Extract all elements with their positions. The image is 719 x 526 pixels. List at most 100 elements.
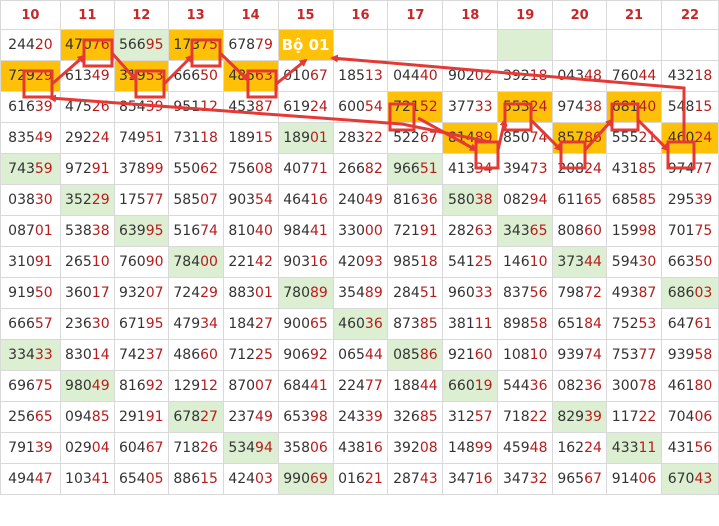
number-tail: 20	[34, 37, 53, 53]
result-cell: 69675	[0, 370, 61, 402]
number-head: 580	[448, 192, 475, 208]
number-tail: 74	[200, 223, 218, 239]
result-cell: 95112	[167, 91, 224, 123]
result-cell: 32685	[387, 401, 444, 433]
result-cell: 34365	[497, 215, 554, 247]
result-cell: 80860	[552, 215, 608, 247]
number-head: 243	[338, 409, 365, 425]
number-tail: 85	[638, 192, 657, 208]
result-cell: 90065	[277, 308, 334, 340]
column-header: 20	[552, 0, 608, 30]
result-cell: 48563	[222, 60, 279, 92]
number-head: 392	[502, 68, 530, 84]
number-tail: 16	[364, 440, 383, 456]
number-tail: 01	[309, 130, 328, 146]
number-tail: 43	[419, 471, 438, 487]
number-head: 117	[611, 409, 639, 425]
group-label: Bộ 01	[281, 36, 330, 54]
result-cell: 39218	[497, 60, 554, 92]
result-cell: 85786	[552, 122, 608, 154]
number-head: 541	[448, 254, 475, 270]
number-head: 939	[557, 347, 585, 363]
result-cell: 43185	[606, 153, 663, 185]
number-head: 485	[228, 68, 256, 84]
number-head: 282	[448, 223, 475, 239]
result-cell: 78089	[277, 277, 334, 309]
number-head: 295	[667, 192, 695, 208]
result-cell: 36017	[59, 277, 115, 309]
result-cell: 45387	[222, 91, 279, 123]
number-head: 854	[118, 99, 146, 115]
number-tail: 58	[529, 316, 548, 332]
number-head: 829	[557, 409, 585, 425]
number-tail: 06	[638, 471, 657, 487]
number-head: 585	[173, 192, 201, 208]
number-head: 312	[448, 409, 475, 425]
result-cell: 54125	[442, 246, 499, 278]
number-tail: 51	[145, 130, 164, 146]
result-cell: 93958	[661, 339, 719, 371]
number-tail: 29	[34, 68, 53, 84]
result-cell: 33000	[332, 215, 389, 247]
number-tail: 76	[91, 37, 110, 53]
result-cell: 35229	[59, 184, 115, 216]
number-head: 616	[8, 99, 35, 115]
result-cell: 49447	[0, 463, 61, 495]
number-head: 016	[338, 471, 365, 487]
result-cell: 85074	[497, 122, 554, 154]
number-head: 310	[8, 254, 35, 270]
number-tail: 65	[584, 192, 602, 208]
number-head: 431	[667, 440, 695, 456]
number-tail: 24	[91, 130, 110, 146]
number-head: 082	[557, 378, 585, 394]
number-head: 984	[283, 223, 310, 239]
result-cell: 65398	[277, 401, 334, 433]
number-head: 029	[65, 440, 92, 456]
number-head: 966	[393, 161, 420, 177]
result-cell: 33433	[0, 339, 61, 371]
number-head: 974	[557, 99, 585, 115]
number-tail: 75	[694, 223, 713, 239]
result-cell: 40771	[277, 153, 334, 185]
result-cell: 54815	[661, 91, 719, 123]
table-row: 03830 35229 17577 58507 90354 46416 24049 81636…	[0, 184, 719, 216]
result-cell: 70406	[661, 401, 719, 433]
number-tail: 33	[474, 99, 493, 115]
number-tail: 62	[200, 161, 218, 177]
result-cell: 15998	[606, 215, 663, 247]
number-tail: 50	[34, 285, 53, 301]
number-tail: 49	[91, 68, 110, 84]
number-head: 237	[228, 409, 256, 425]
number-head: 431	[611, 161, 639, 177]
result-cell: 08294	[497, 184, 554, 216]
result-cell: 29224	[59, 122, 115, 154]
result-cell: 04348	[552, 60, 608, 92]
result-cell: 04440	[387, 60, 444, 92]
number-head: 903	[228, 192, 256, 208]
number-head: 731	[173, 130, 201, 146]
number-head: 712	[228, 347, 256, 363]
number-head: 550	[173, 161, 201, 177]
result-cell: 78400	[167, 246, 224, 278]
number-tail: 38	[91, 223, 110, 239]
number-head: 343	[502, 223, 530, 239]
number-head: 146	[502, 254, 530, 270]
number-tail: 15	[255, 130, 273, 146]
number-head: 721	[393, 223, 420, 239]
table-row: 08701 53838 63995 51674 81040 98441 33000 72191…	[0, 215, 719, 247]
result-cell: 75377	[606, 339, 663, 371]
number-tail: 07	[145, 285, 164, 301]
number-head: 407	[283, 161, 310, 177]
number-tail: 17	[91, 285, 110, 301]
number-head: 544	[502, 378, 530, 394]
result-cell: 98049	[59, 370, 115, 402]
number-tail: 24	[529, 99, 548, 115]
number-tail: 30	[638, 254, 657, 270]
result-cell: 59430	[606, 246, 663, 278]
result-cell: 48660	[167, 339, 224, 371]
result-cell: 99069	[277, 463, 334, 495]
number-tail: 25	[474, 254, 493, 270]
number-head: 224	[338, 378, 365, 394]
number-head: 684	[283, 378, 310, 394]
number-head: 914	[611, 471, 639, 487]
